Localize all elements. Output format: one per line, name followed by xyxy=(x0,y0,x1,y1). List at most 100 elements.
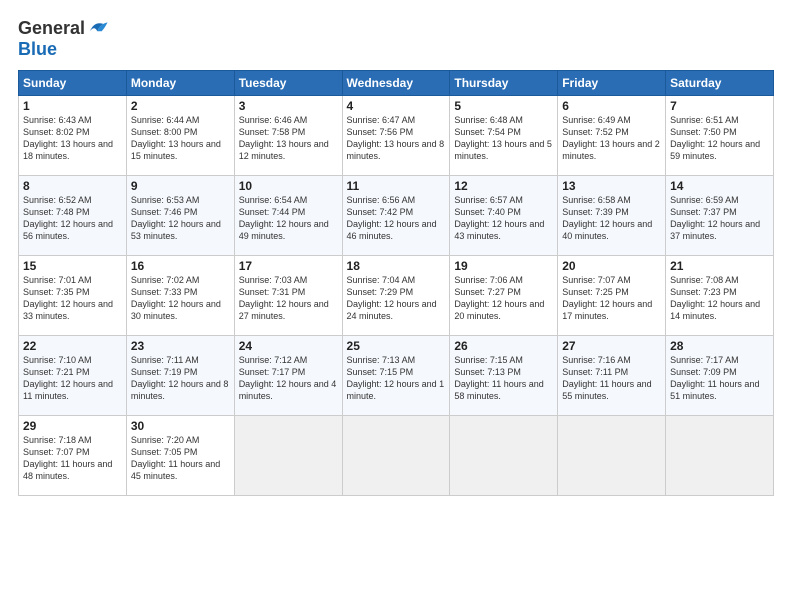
day-info: Sunrise: 6:58 AM Sunset: 7:39 PM Dayligh… xyxy=(562,194,661,243)
day-info: Sunrise: 6:53 AM Sunset: 7:46 PM Dayligh… xyxy=(131,194,230,243)
day-number: 15 xyxy=(23,259,122,273)
calendar-cell: 9 Sunrise: 6:53 AM Sunset: 7:46 PM Dayli… xyxy=(126,175,234,255)
calendar-cell: 18 Sunrise: 7:04 AM Sunset: 7:29 PM Dayl… xyxy=(342,255,450,335)
calendar-cell xyxy=(450,415,558,495)
day-number: 16 xyxy=(131,259,230,273)
day-number: 30 xyxy=(131,419,230,433)
day-info: Sunrise: 7:07 AM Sunset: 7:25 PM Dayligh… xyxy=(562,274,661,323)
day-info: Sunrise: 7:18 AM Sunset: 7:07 PM Dayligh… xyxy=(23,434,122,483)
day-number: 26 xyxy=(454,339,553,353)
day-info: Sunrise: 7:13 AM Sunset: 7:15 PM Dayligh… xyxy=(347,354,446,403)
day-info: Sunrise: 7:03 AM Sunset: 7:31 PM Dayligh… xyxy=(239,274,338,323)
calendar-cell: 6 Sunrise: 6:49 AM Sunset: 7:52 PM Dayli… xyxy=(558,95,666,175)
day-number: 8 xyxy=(23,179,122,193)
day-info: Sunrise: 7:04 AM Sunset: 7:29 PM Dayligh… xyxy=(347,274,446,323)
weekday-header: Saturday xyxy=(666,70,774,95)
calendar-cell: 22 Sunrise: 7:10 AM Sunset: 7:21 PM Dayl… xyxy=(19,335,127,415)
calendar-cell: 2 Sunrise: 6:44 AM Sunset: 8:00 PM Dayli… xyxy=(126,95,234,175)
day-info: Sunrise: 7:12 AM Sunset: 7:17 PM Dayligh… xyxy=(239,354,338,403)
day-info: Sunrise: 6:54 AM Sunset: 7:44 PM Dayligh… xyxy=(239,194,338,243)
calendar-cell: 28 Sunrise: 7:17 AM Sunset: 7:09 PM Dayl… xyxy=(666,335,774,415)
day-number: 5 xyxy=(454,99,553,113)
calendar-cell: 30 Sunrise: 7:20 AM Sunset: 7:05 PM Dayl… xyxy=(126,415,234,495)
logo-blue: Blue xyxy=(18,40,109,60)
calendar-cell: 21 Sunrise: 7:08 AM Sunset: 7:23 PM Dayl… xyxy=(666,255,774,335)
day-info: Sunrise: 6:52 AM Sunset: 7:48 PM Dayligh… xyxy=(23,194,122,243)
weekday-header: Monday xyxy=(126,70,234,95)
day-number: 11 xyxy=(347,179,446,193)
day-info: Sunrise: 7:01 AM Sunset: 7:35 PM Dayligh… xyxy=(23,274,122,323)
calendar-cell: 17 Sunrise: 7:03 AM Sunset: 7:31 PM Dayl… xyxy=(234,255,342,335)
day-info: Sunrise: 6:47 AM Sunset: 7:56 PM Dayligh… xyxy=(347,114,446,163)
calendar-cell xyxy=(666,415,774,495)
calendar-cell: 12 Sunrise: 6:57 AM Sunset: 7:40 PM Dayl… xyxy=(450,175,558,255)
day-info: Sunrise: 7:02 AM Sunset: 7:33 PM Dayligh… xyxy=(131,274,230,323)
day-info: Sunrise: 6:56 AM Sunset: 7:42 PM Dayligh… xyxy=(347,194,446,243)
day-info: Sunrise: 7:06 AM Sunset: 7:27 PM Dayligh… xyxy=(454,274,553,323)
day-number: 12 xyxy=(454,179,553,193)
day-info: Sunrise: 7:20 AM Sunset: 7:05 PM Dayligh… xyxy=(131,434,230,483)
day-info: Sunrise: 6:59 AM Sunset: 7:37 PM Dayligh… xyxy=(670,194,769,243)
calendar-cell: 20 Sunrise: 7:07 AM Sunset: 7:25 PM Dayl… xyxy=(558,255,666,335)
calendar-cell: 11 Sunrise: 6:56 AM Sunset: 7:42 PM Dayl… xyxy=(342,175,450,255)
calendar-cell: 10 Sunrise: 6:54 AM Sunset: 7:44 PM Dayl… xyxy=(234,175,342,255)
day-number: 1 xyxy=(23,99,122,113)
day-number: 25 xyxy=(347,339,446,353)
day-number: 27 xyxy=(562,339,661,353)
weekday-header: Thursday xyxy=(450,70,558,95)
calendar-cell: 26 Sunrise: 7:15 AM Sunset: 7:13 PM Dayl… xyxy=(450,335,558,415)
day-number: 7 xyxy=(670,99,769,113)
calendar-cell: 24 Sunrise: 7:12 AM Sunset: 7:17 PM Dayl… xyxy=(234,335,342,415)
weekday-header: Sunday xyxy=(19,70,127,95)
day-number: 21 xyxy=(670,259,769,273)
day-number: 2 xyxy=(131,99,230,113)
day-info: Sunrise: 7:16 AM Sunset: 7:11 PM Dayligh… xyxy=(562,354,661,403)
day-info: Sunrise: 6:48 AM Sunset: 7:54 PM Dayligh… xyxy=(454,114,553,163)
day-number: 14 xyxy=(670,179,769,193)
calendar-cell: 5 Sunrise: 6:48 AM Sunset: 7:54 PM Dayli… xyxy=(450,95,558,175)
calendar-cell: 15 Sunrise: 7:01 AM Sunset: 7:35 PM Dayl… xyxy=(19,255,127,335)
day-number: 28 xyxy=(670,339,769,353)
day-info: Sunrise: 7:17 AM Sunset: 7:09 PM Dayligh… xyxy=(670,354,769,403)
day-info: Sunrise: 6:43 AM Sunset: 8:02 PM Dayligh… xyxy=(23,114,122,163)
weekday-header: Friday xyxy=(558,70,666,95)
calendar-cell: 19 Sunrise: 7:06 AM Sunset: 7:27 PM Dayl… xyxy=(450,255,558,335)
calendar-cell: 25 Sunrise: 7:13 AM Sunset: 7:15 PM Dayl… xyxy=(342,335,450,415)
calendar-cell xyxy=(234,415,342,495)
calendar-cell xyxy=(342,415,450,495)
calendar-cell: 14 Sunrise: 6:59 AM Sunset: 7:37 PM Dayl… xyxy=(666,175,774,255)
calendar-cell: 16 Sunrise: 7:02 AM Sunset: 7:33 PM Dayl… xyxy=(126,255,234,335)
day-info: Sunrise: 7:08 AM Sunset: 7:23 PM Dayligh… xyxy=(670,274,769,323)
day-number: 9 xyxy=(131,179,230,193)
calendar-cell: 27 Sunrise: 7:16 AM Sunset: 7:11 PM Dayl… xyxy=(558,335,666,415)
day-number: 24 xyxy=(239,339,338,353)
day-number: 23 xyxy=(131,339,230,353)
logo: General Blue xyxy=(18,18,109,60)
day-info: Sunrise: 6:49 AM Sunset: 7:52 PM Dayligh… xyxy=(562,114,661,163)
day-info: Sunrise: 6:44 AM Sunset: 8:00 PM Dayligh… xyxy=(131,114,230,163)
calendar-cell: 29 Sunrise: 7:18 AM Sunset: 7:07 PM Dayl… xyxy=(19,415,127,495)
day-number: 4 xyxy=(347,99,446,113)
day-info: Sunrise: 7:10 AM Sunset: 7:21 PM Dayligh… xyxy=(23,354,122,403)
day-number: 20 xyxy=(562,259,661,273)
calendar-cell: 1 Sunrise: 6:43 AM Sunset: 8:02 PM Dayli… xyxy=(19,95,127,175)
day-info: Sunrise: 7:15 AM Sunset: 7:13 PM Dayligh… xyxy=(454,354,553,403)
day-number: 17 xyxy=(239,259,338,273)
day-number: 3 xyxy=(239,99,338,113)
day-info: Sunrise: 6:46 AM Sunset: 7:58 PM Dayligh… xyxy=(239,114,338,163)
calendar-cell: 13 Sunrise: 6:58 AM Sunset: 7:39 PM Dayl… xyxy=(558,175,666,255)
day-number: 19 xyxy=(454,259,553,273)
weekday-header: Wednesday xyxy=(342,70,450,95)
day-number: 22 xyxy=(23,339,122,353)
calendar-cell: 23 Sunrise: 7:11 AM Sunset: 7:19 PM Dayl… xyxy=(126,335,234,415)
day-number: 6 xyxy=(562,99,661,113)
logo-general: General xyxy=(18,19,85,39)
calendar-table: SundayMondayTuesdayWednesdayThursdayFrid… xyxy=(18,70,774,496)
day-number: 10 xyxy=(239,179,338,193)
day-number: 29 xyxy=(23,419,122,433)
day-number: 13 xyxy=(562,179,661,193)
calendar-cell: 3 Sunrise: 6:46 AM Sunset: 7:58 PM Dayli… xyxy=(234,95,342,175)
weekday-header: Tuesday xyxy=(234,70,342,95)
day-number: 18 xyxy=(347,259,446,273)
calendar-cell: 8 Sunrise: 6:52 AM Sunset: 7:48 PM Dayli… xyxy=(19,175,127,255)
